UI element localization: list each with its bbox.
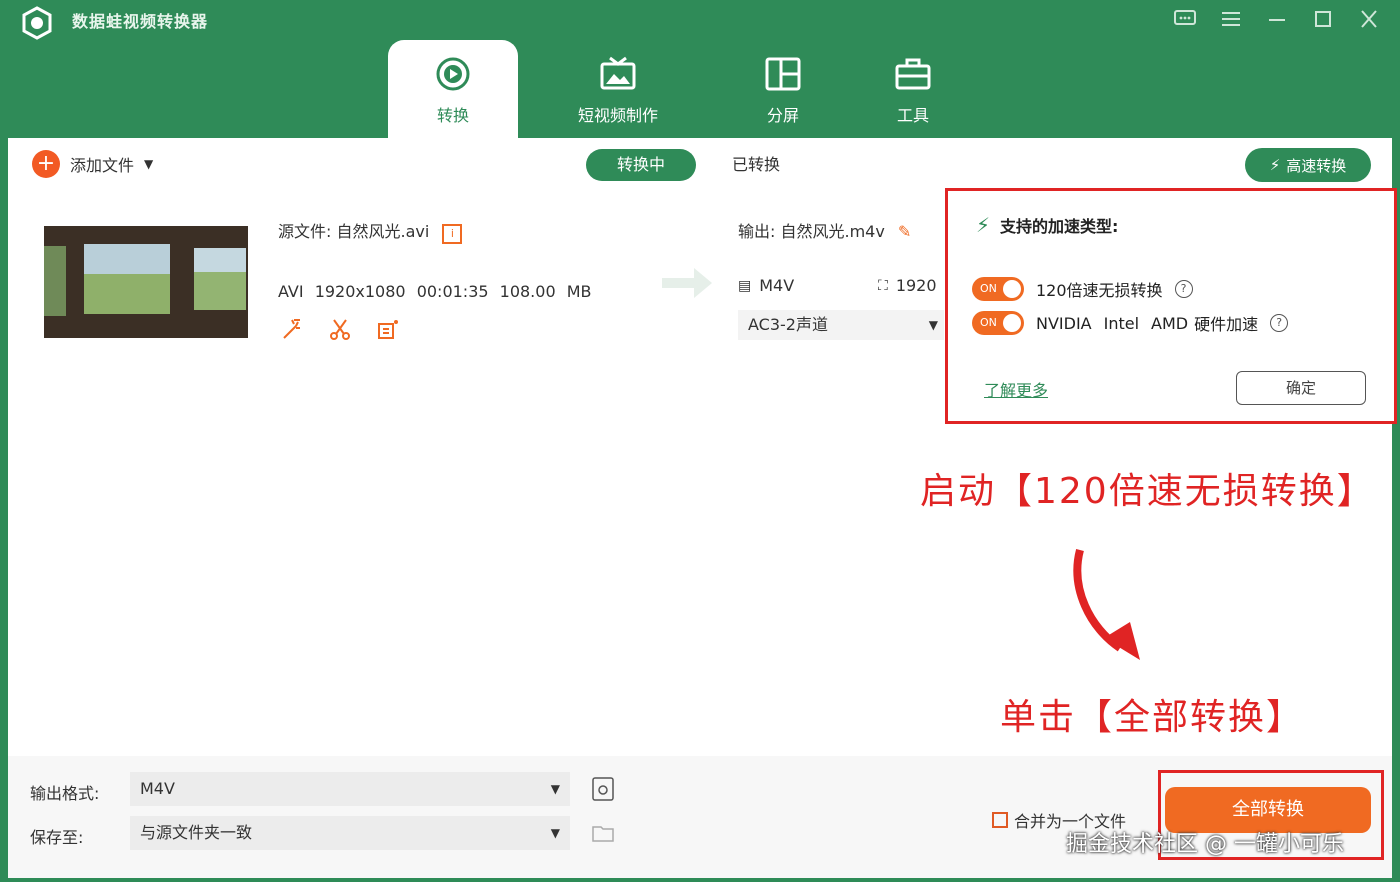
chevron-down-icon[interactable]: ▼	[144, 157, 153, 171]
main-tabs: 转换 短视频制作 分屏 工具	[388, 40, 978, 138]
option-lossless: ON 120倍速无损转换 ?	[972, 277, 1193, 301]
learn-more-link[interactable]: 了解更多	[984, 377, 1048, 401]
tab-split-screen[interactable]: 分屏	[718, 40, 848, 138]
output-format[interactable]: ▤ M4V	[738, 276, 794, 295]
merge-checkbox[interactable]	[992, 812, 1008, 828]
popup-title-text: 支持的加速类型:	[1000, 217, 1119, 236]
menu-icon[interactable]	[1218, 6, 1244, 32]
edit-tools	[280, 318, 400, 342]
hardware-toggle[interactable]: ON	[972, 311, 1024, 335]
help-icon[interactable]: ?	[1270, 314, 1289, 332]
amd-label: AMD	[1151, 313, 1189, 333]
chevron-down-icon: ▼	[550, 826, 560, 840]
tab-converting[interactable]: 转换中	[586, 149, 696, 181]
feedback-icon[interactable]	[1172, 6, 1198, 32]
tab-label: 工具	[896, 106, 929, 125]
toolbox-icon	[895, 58, 931, 90]
convert-icon	[436, 57, 470, 91]
info-icon[interactable]: i	[442, 224, 463, 244]
expand-icon: ⛶	[878, 277, 888, 294]
source-resolution: 1920x1080	[314, 282, 406, 301]
tv-icon	[600, 56, 636, 90]
source-duration: 00:01:35	[416, 282, 489, 301]
output-format-label: 输出格式:	[30, 784, 100, 803]
minimize-icon[interactable]	[1264, 6, 1290, 32]
source-size: 108.00 MB	[499, 282, 592, 301]
folder-icon[interactable]	[590, 820, 616, 846]
tab-converted[interactable]: 已转换	[732, 149, 780, 181]
option-lossless-label: 120倍速无损转换	[1036, 281, 1163, 300]
watermark: 掘金技术社区 @ 一罐小可乐	[1066, 832, 1344, 857]
tab-label: 分屏	[766, 106, 799, 125]
intel-label: Intel	[1103, 313, 1140, 333]
split-screen-icon	[765, 57, 801, 91]
bottom-bar: 输出格式: M4V ▼ 保存至: 与源文件夹一致 ▼ 合并为一个文件 全部转换 …	[8, 756, 1392, 878]
maximize-icon[interactable]	[1310, 6, 1336, 32]
save-to-value: 与源文件夹一致	[140, 823, 253, 842]
edit-name-icon[interactable]: ✎	[898, 222, 911, 241]
acceleration-popup: ⚡ 支持的加速类型: ON 120倍速无损转换 ? ON NVIDIA Inte…	[945, 188, 1397, 424]
ok-button[interactable]: 确定	[1236, 371, 1366, 405]
source-meta: AVI 1920x1080 00:01:35 108.00 MB	[278, 282, 592, 301]
toolbar: + 添加文件 ▼ 转换中 已转换 ⚡ 高速转换	[8, 138, 1392, 194]
lightning-icon: ⚡	[1269, 156, 1281, 174]
annotation-click: 单击【全部转换】	[1000, 697, 1305, 738]
tab-label: 转换	[436, 106, 469, 125]
annotation-enable: 启动【120倍速无损转换】	[920, 471, 1375, 512]
magic-wand-icon[interactable]	[280, 318, 304, 342]
audio-track-value: AC3-2声道	[748, 315, 828, 334]
film-icon: ▤	[738, 277, 752, 294]
app-title: 数据蛙视频转换器	[72, 12, 209, 31]
output-resolution[interactable]: ⛶ 1920	[878, 276, 937, 295]
save-to-select[interactable]: 与源文件夹一致 ▼	[130, 816, 570, 850]
lossless-toggle[interactable]: ON	[972, 277, 1024, 301]
output-format-value: M4V	[759, 276, 795, 295]
add-file-label: 添加文件	[70, 156, 135, 175]
speed-convert-button[interactable]: ⚡ 高速转换	[1245, 148, 1371, 182]
plus-icon: +	[32, 150, 60, 178]
lightning-icon: ⚡	[976, 213, 991, 237]
app-logo-icon	[22, 6, 52, 40]
source-format: AVI	[278, 282, 304, 301]
tab-convert[interactable]: 转换	[388, 40, 518, 138]
audio-track-select[interactable]: AC3-2声道 ▼	[738, 310, 944, 340]
popup-title: ⚡ 支持的加速类型:	[976, 213, 1118, 237]
output-resolution-value: 1920	[895, 276, 937, 295]
output-file-name: 输出: 自然风光.m4v	[738, 222, 885, 241]
close-icon[interactable]	[1356, 6, 1382, 32]
chevron-down-icon: ▼	[550, 782, 560, 796]
hardware-suffix: 硬件加速	[1194, 315, 1259, 334]
window-controls	[1172, 6, 1382, 32]
nvidia-label: NVIDIA	[1036, 313, 1092, 333]
scissors-icon[interactable]	[328, 318, 352, 342]
option-hardware: ON NVIDIA Intel AMD 硬件加速 ?	[972, 311, 1289, 335]
output-format-select[interactable]: M4V ▼	[130, 772, 570, 806]
curved-arrow-icon	[1073, 548, 1140, 660]
help-icon[interactable]: ?	[1174, 280, 1193, 298]
output-file-label: 输出: 自然风光.m4v ✎	[738, 218, 911, 242]
add-file-button[interactable]: + 添加文件 ▼	[32, 150, 153, 178]
tab-tools[interactable]: 工具	[848, 40, 978, 138]
arrow-right-icon	[662, 268, 712, 298]
edit-subtitle-icon[interactable]	[376, 318, 400, 342]
source-file-label: 源文件: 自然风光.avi i	[278, 218, 463, 244]
speed-convert-label: 高速转换	[1286, 156, 1347, 175]
output-format-select-value: M4V	[140, 779, 175, 798]
title-bar: 数据蛙视频转换器 转换 短视频制作 分屏 工具	[0, 0, 1400, 140]
settings-file-icon[interactable]	[590, 776, 616, 802]
source-file-name: 源文件: 自然风光.avi	[278, 222, 430, 241]
video-thumbnail[interactable]	[44, 226, 248, 338]
chevron-down-icon: ▼	[928, 318, 938, 332]
tab-label: 短视频制作	[577, 106, 658, 125]
tab-short-video[interactable]: 短视频制作	[518, 40, 718, 138]
save-to-label: 保存至:	[30, 828, 84, 847]
